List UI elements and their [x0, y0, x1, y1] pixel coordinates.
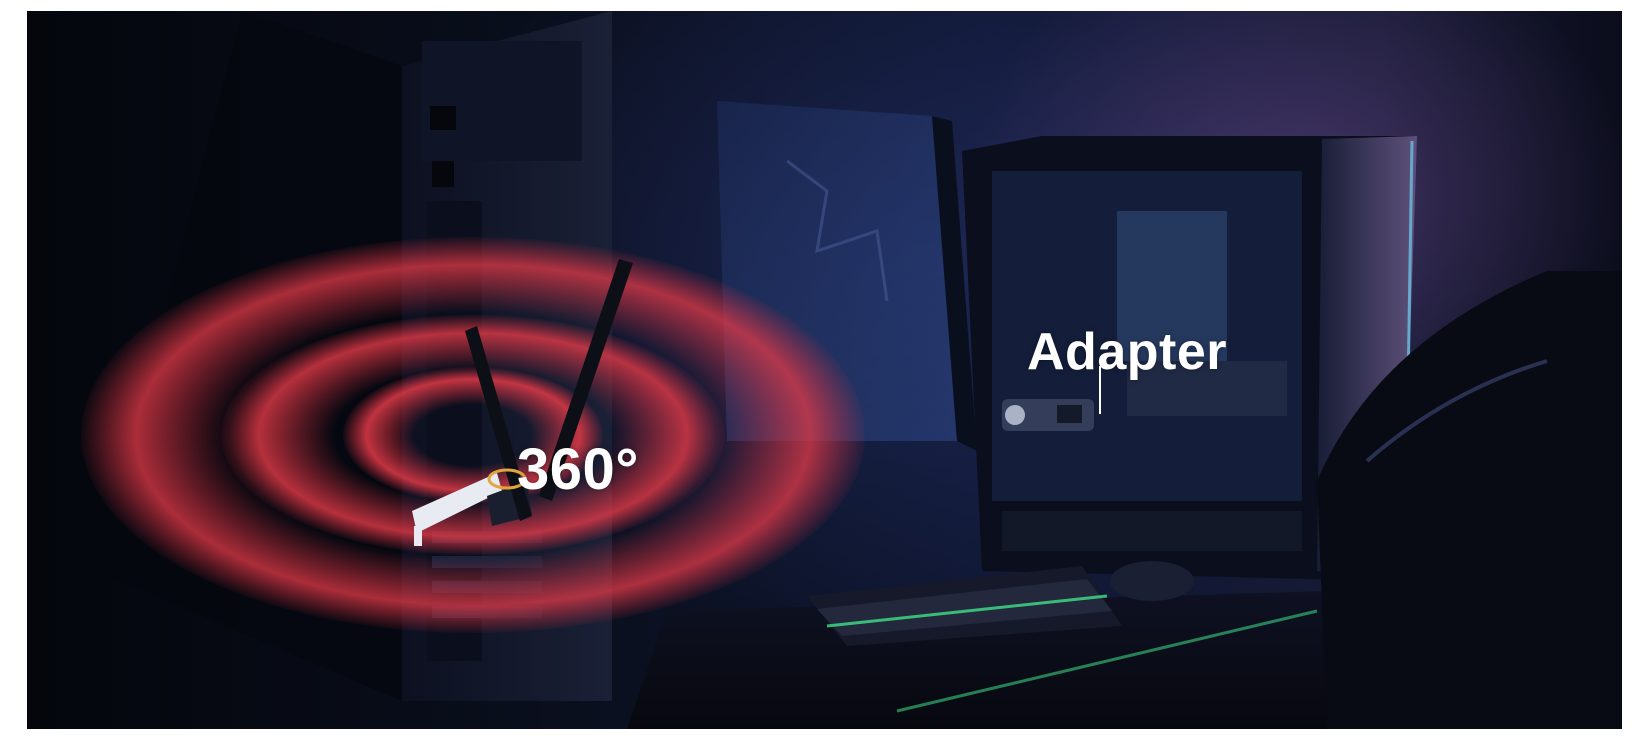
adapter-callout-line — [1099, 366, 1101, 414]
scene-illustration — [81, 11, 1622, 729]
rotation-label: 360° — [517, 437, 639, 502]
product-scene: 360° Adapter — [27, 11, 1622, 729]
desk — [627, 561, 1357, 729]
adapter-card — [1002, 399, 1094, 431]
signal-rings — [81, 237, 865, 633]
adapter-label: Adapter — [1027, 323, 1227, 381]
